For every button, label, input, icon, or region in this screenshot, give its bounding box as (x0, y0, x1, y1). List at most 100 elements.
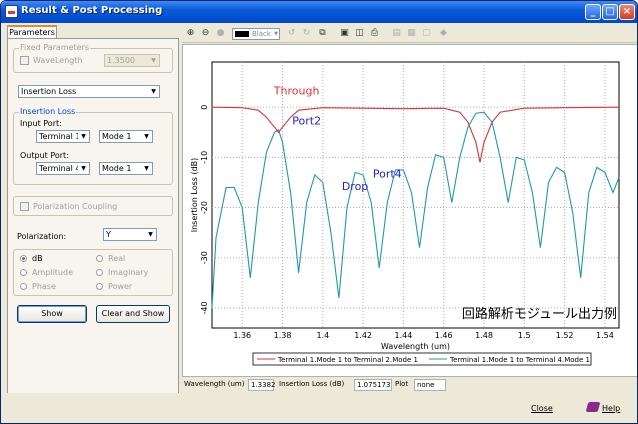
status-bar: Wavelength (um) 1.3382 Insertion Loss (d… (182, 379, 637, 391)
x-tick-label: 1.38 (274, 331, 292, 340)
chevron-down-icon: ▼ (78, 163, 89, 174)
x-tick-label: 1.5 (518, 331, 531, 340)
print-icon[interactable]: ⎙ (368, 27, 381, 40)
output-mode-value: Mode 1 (102, 164, 132, 173)
color-swatch (235, 31, 249, 37)
x-tick-label: 1.36 (233, 331, 251, 340)
input-terminal-select[interactable]: Terminal 1 ▼ (36, 130, 90, 143)
zoom-out-icon[interactable]: ⊖ (199, 27, 212, 40)
minimize-button[interactable]: _ (585, 4, 601, 20)
bottom-bar: Close Help (1, 393, 637, 423)
undo-icon[interactable]: ↺ (285, 27, 298, 40)
radio-imaginary-label: Imaginary (108, 268, 149, 277)
x-tick-label: 1.44 (395, 331, 413, 340)
save-icon[interactable]: ▣ (338, 27, 351, 40)
close-label: Close (531, 404, 553, 413)
help-link[interactable]: Help (602, 404, 620, 413)
chevron-down-icon: ▼ (274, 31, 278, 37)
close-link[interactable]: Close (531, 404, 553, 413)
polarization-select[interactable]: Y ▼ (103, 228, 157, 241)
insertion-loss-group: Insertion Loss Input Port: Terminal 1 ▼ … (13, 107, 173, 185)
plot-area[interactable]: 1.36 1.38 1.4 1.42 1.44 1.46 1.48 1.5 1.52 1.54 0 -… (182, 44, 637, 377)
layout-icon[interactable]: ▢ (420, 27, 433, 40)
caption-annotation: 回路解析モジュール出力例 (462, 306, 617, 322)
radio-phase-label: Phase (32, 282, 56, 291)
x-tick-label: 1.4 (316, 331, 329, 340)
radio-power-label: Power (108, 282, 133, 291)
radio-imaginary[interactable] (96, 269, 103, 276)
status-plot-label: Plot (395, 380, 409, 388)
window-title: Result & Post Processing (21, 5, 163, 16)
output-terminal-select[interactable]: Terminal 4 ▼ (36, 162, 90, 175)
redo-icon[interactable]: ↻ (300, 27, 313, 40)
radio-db-label: dB (32, 254, 43, 263)
wavelength-label: WaveLength (33, 56, 83, 65)
status-plot-value: none (414, 379, 446, 391)
circle-icon[interactable]: ● (214, 27, 227, 40)
chevron-down-icon: ▼ (141, 163, 152, 174)
radio-amplitude[interactable] (20, 269, 27, 276)
zoom-in-icon[interactable]: ⊕ (184, 27, 197, 40)
fixed-parameters-label: Fixed Parameters (19, 43, 91, 52)
chevron-down-icon: ▼ (145, 229, 156, 240)
units-group: dB Amplitude Phase Real Imaginary Power (13, 249, 173, 296)
copy-icon[interactable]: ⧉ (316, 27, 329, 40)
radio-real[interactable] (96, 255, 103, 262)
clear-and-show-button[interactable]: Clear and Show (96, 305, 170, 323)
radio-db[interactable] (20, 255, 27, 262)
print-preview-icon[interactable]: ◫ (353, 27, 366, 40)
x-tick-label: 1.52 (556, 331, 574, 340)
radio-power[interactable] (96, 283, 103, 290)
status-loss-value: 1.075173 (354, 379, 392, 391)
result-type-value: Insertion Loss (21, 87, 77, 96)
chevron-down-icon: ▼ (78, 131, 89, 142)
legend-entry: Terminal 1.Mode 1 to Terminal 4.Mode 1 (449, 356, 590, 364)
maximize-button[interactable]: □ (602, 4, 618, 20)
y-tick-label: -20 (200, 201, 209, 214)
y-tick-label: -10 (200, 151, 209, 164)
grid-icon[interactable]: ▦ (405, 27, 418, 40)
radio-phase[interactable] (20, 283, 27, 290)
chevron-down-icon: ▼ (148, 86, 159, 97)
fixed-parameters-group: Fixed Parameters WaveLength 1.3500 ▼ (13, 43, 173, 73)
status-wavelength-value: 1.3382 (248, 379, 276, 391)
tab-parameters[interactable]: Parameters (7, 25, 57, 39)
close-window-button[interactable]: × (619, 4, 635, 20)
y-tick-label: 0 (200, 105, 209, 110)
y-tick-label: -30 (200, 251, 209, 264)
input-terminal-value: Terminal 1 (39, 132, 81, 141)
chart-icon[interactable]: ▤ (390, 27, 403, 40)
wavelength-select[interactable]: 1.3500 ▼ (104, 54, 160, 67)
radio-real-label: Real (108, 254, 126, 263)
polarization-coupling-label: Polarization Coupling (33, 202, 118, 211)
polarization-coupling-checkbox[interactable] (20, 202, 29, 211)
show-button[interactable]: Show (17, 305, 87, 323)
output-port-label: Output Port: (20, 151, 69, 160)
main-window: Result & Post Processing _ □ × Parameter… (0, 0, 638, 424)
color-select[interactable]: Black ▼ (232, 28, 280, 40)
wavelength-checkbox[interactable] (20, 56, 29, 65)
drop-annotation: Drop (342, 180, 368, 193)
status-wavelength-label: Wavelength (um) (184, 380, 245, 388)
app-icon (5, 5, 18, 18)
input-mode-value: Mode 1 (102, 132, 132, 141)
wavelength-value: 1.3500 (107, 56, 135, 65)
polarization-label: Polarization: (17, 232, 67, 241)
port2-annotation: Port2 (292, 115, 321, 128)
status-loss-label: Insertion Loss (dB) (279, 380, 345, 388)
x-tick-label: 1.42 (354, 331, 372, 340)
x-tick-label: 1.54 (596, 331, 614, 340)
help-book-icon (585, 402, 601, 412)
result-type-select[interactable]: Insertion Loss ▼ (18, 85, 160, 98)
radio-amplitude-label: Amplitude (32, 268, 73, 277)
comment-icon[interactable]: ◆ (437, 27, 450, 40)
plot-toolbar: ⊕ ⊖ ● Black ▼ ↺ ↻ ⧉ ▣ ◫ ⎙ ▤ ▦ ▢ ◆ (182, 25, 637, 43)
parameters-panel: Parameters Fixed Parameters WaveLength 1… (4, 25, 179, 396)
polarization-coupling-group: Polarization Coupling (13, 196, 173, 216)
x-tick-label: 1.48 (475, 331, 493, 340)
output-terminal-value: Terminal 4 (39, 164, 81, 173)
insertion-loss-label: Insertion Loss (19, 107, 77, 116)
output-mode-select[interactable]: Mode 1 ▼ (99, 162, 153, 175)
title-bar[interactable]: Result & Post Processing _ □ × (1, 1, 637, 23)
input-mode-select[interactable]: Mode 1 ▼ (99, 130, 153, 143)
